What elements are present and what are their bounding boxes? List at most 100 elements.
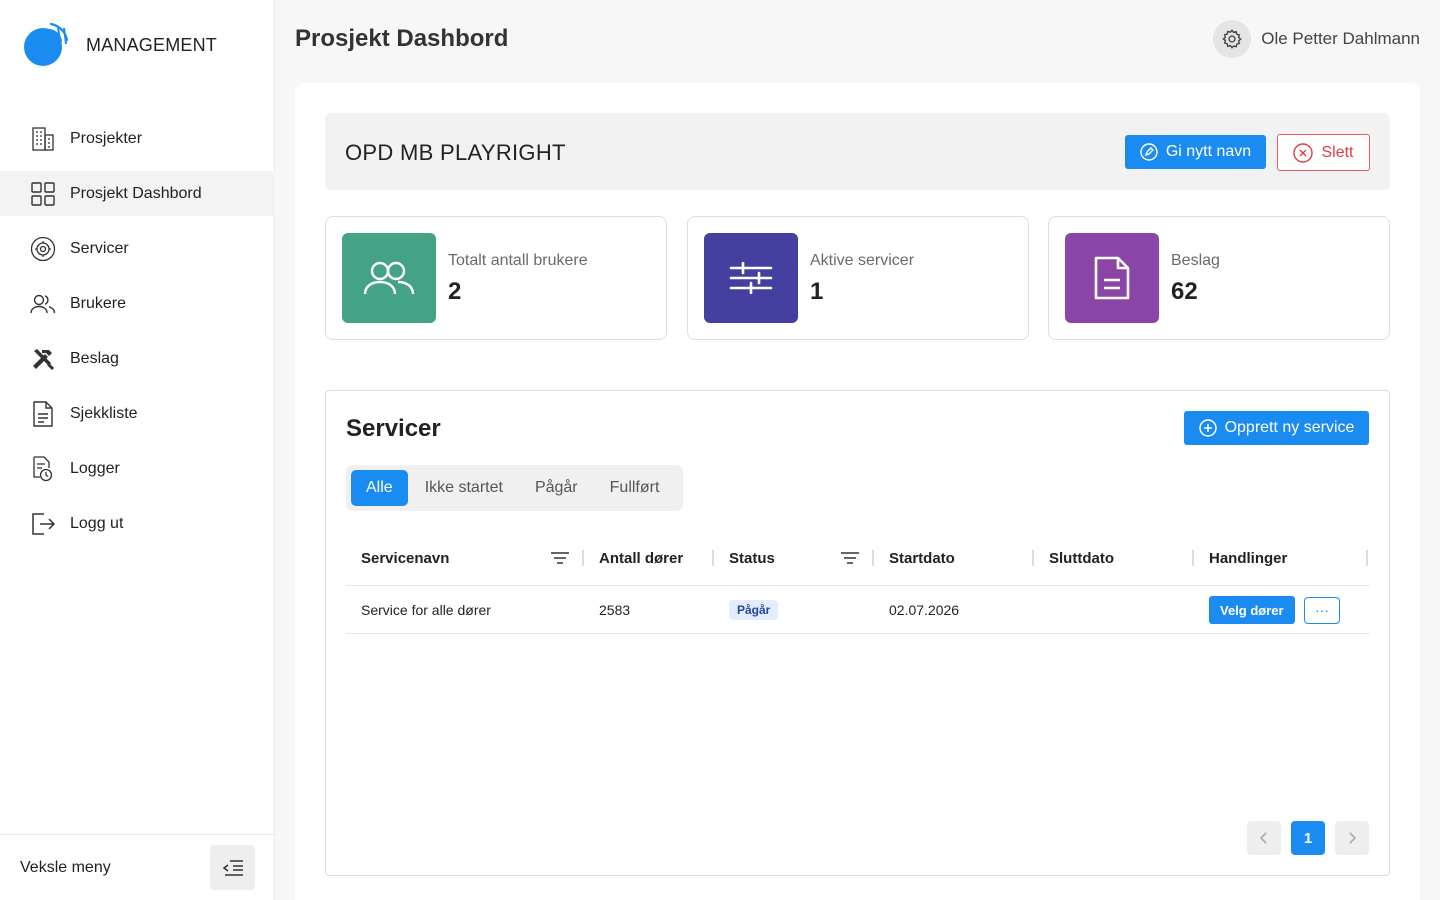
chevron-right-icon bbox=[1349, 832, 1357, 844]
sidebar-item-label: Sjekkliste bbox=[70, 404, 138, 422]
stat-icon-box bbox=[342, 233, 436, 323]
sidebar-item-sjekkliste[interactable]: Sjekkliste bbox=[0, 391, 275, 436]
filter-icon[interactable] bbox=[549, 549, 571, 567]
next-page-button[interactable] bbox=[1335, 821, 1369, 855]
services-title: Servicer bbox=[346, 415, 441, 442]
settings-avatar[interactable] bbox=[1213, 20, 1252, 58]
create-service-button[interactable]: Opprett ny service bbox=[1184, 411, 1369, 445]
stat-label: Totalt antall brukere bbox=[448, 252, 588, 269]
prev-page-button[interactable] bbox=[1247, 821, 1281, 855]
column-header-startdato[interactable]: Startdato bbox=[889, 531, 955, 586]
stat-icon-box bbox=[1065, 233, 1159, 323]
stat-card-users: Totalt antall brukere 2 bbox=[325, 216, 667, 340]
stat-value: 62 bbox=[1171, 278, 1198, 305]
stat-label: Aktive servicer bbox=[810, 252, 915, 269]
sidebar-item-label: Brukere bbox=[70, 294, 127, 312]
page-title: Prosjekt Dashbord bbox=[295, 25, 509, 52]
tab-alle[interactable]: Alle bbox=[351, 470, 408, 506]
toggle-menu-label: Veksle meny bbox=[20, 858, 111, 876]
project-header: OPD MB PLAYRIGHT Gi nytt navn Slett bbox=[325, 113, 1390, 190]
edit-icon bbox=[1140, 143, 1158, 161]
service-gear-icon bbox=[30, 236, 56, 262]
sidebar-nav: Prosjekter Prosjekt Dashbord Servicer Br… bbox=[0, 116, 275, 556]
services-table: Servicenavn Antall dører Status Startdat… bbox=[346, 531, 1370, 634]
column-header-antall-dorer[interactable]: Antall dører bbox=[599, 531, 683, 586]
column-divider bbox=[1366, 550, 1368, 566]
sidebar-footer: Veksle meny bbox=[0, 834, 275, 900]
delete-label: Slett bbox=[1321, 143, 1354, 161]
tools-icon bbox=[30, 346, 56, 372]
cell-service-name: Service for alle dører bbox=[361, 602, 491, 618]
stat-card-beslag: Beslag 62 bbox=[1048, 216, 1390, 340]
close-circle-icon bbox=[1293, 142, 1314, 163]
cell-door-count: 2583 bbox=[599, 602, 631, 618]
tab-fullfort[interactable]: Fullført bbox=[595, 470, 675, 506]
more-actions-button[interactable]: ··· bbox=[1304, 596, 1340, 624]
logo-icon bbox=[24, 22, 69, 66]
logo: MANAGEMENT bbox=[22, 22, 217, 68]
logo-text: MANAGEMENT bbox=[86, 34, 218, 55]
document-icon bbox=[30, 400, 56, 427]
column-header-servicenavn[interactable]: Servicenavn bbox=[361, 531, 449, 586]
building-icon bbox=[30, 126, 56, 152]
sidebar-item-label: Beslag bbox=[70, 349, 119, 367]
stat-icon-box bbox=[704, 233, 798, 323]
filter-icon[interactable] bbox=[839, 549, 861, 567]
users-icon bbox=[30, 291, 56, 317]
pagination: 1 bbox=[1247, 821, 1369, 855]
table-row[interactable]: Service for alle dører 2583 Pågår 02.07.… bbox=[346, 586, 1370, 634]
menu-collapse-icon bbox=[222, 859, 243, 876]
sidebar-item-label: Logg ut bbox=[70, 514, 124, 532]
plus-circle-icon bbox=[1198, 419, 1217, 437]
project-name: OPD MB PLAYRIGHT bbox=[345, 140, 566, 165]
stat-label: Beslag bbox=[1171, 252, 1220, 269]
services-card: Servicer Opprett ny service Alle Ikke st… bbox=[325, 390, 1390, 876]
column-divider bbox=[1032, 550, 1034, 566]
stat-value: 1 bbox=[810, 278, 824, 305]
toggle-menu-button[interactable] bbox=[210, 845, 255, 890]
cell-status: Pågår bbox=[729, 586, 779, 634]
select-doors-button[interactable]: Velg dører bbox=[1209, 596, 1295, 624]
sliders-icon bbox=[729, 262, 773, 294]
column-header-sluttdato[interactable]: Sluttdato bbox=[1049, 531, 1114, 586]
status-badge: Pågår bbox=[729, 600, 779, 620]
column-header-status[interactable]: Status bbox=[729, 531, 775, 586]
gear-icon bbox=[1222, 29, 1243, 49]
cell-start-date: 02.07.2026 bbox=[889, 602, 960, 618]
sidebar: MANAGEMENT Prosjekter Prosjekt Dashbord bbox=[0, 0, 275, 900]
column-divider bbox=[872, 550, 874, 566]
log-clock-icon bbox=[30, 455, 56, 482]
sidebar-item-prosjekt-dashbord[interactable]: Prosjekt Dashbord bbox=[0, 171, 275, 216]
user-menu[interactable]: Ole Petter Dahlmann bbox=[1213, 20, 1420, 58]
column-divider bbox=[582, 550, 584, 566]
column-divider bbox=[1192, 550, 1194, 566]
sidebar-item-beslag[interactable]: Beslag bbox=[0, 336, 275, 381]
user-name: Ole Petter Dahlmann bbox=[1261, 29, 1420, 48]
column-header-handlinger: Handlinger bbox=[1209, 550, 1288, 567]
users-icon bbox=[363, 261, 415, 295]
logout-icon bbox=[30, 511, 56, 537]
delete-button[interactable]: Slett bbox=[1277, 134, 1370, 171]
table-header: Servicenavn Antall dører Status Startdat… bbox=[346, 531, 1370, 586]
tab-pagar[interactable]: Pågår bbox=[520, 470, 593, 506]
cell-more: ··· bbox=[1304, 586, 1340, 634]
sidebar-item-brukere[interactable]: Brukere bbox=[0, 281, 275, 326]
status-filter-tabs: Alle Ikke startet Pågår Fullført bbox=[346, 465, 683, 511]
stat-card-active-services: Aktive servicer 1 bbox=[687, 216, 1029, 340]
sidebar-item-prosjekter[interactable]: Prosjekter bbox=[0, 116, 275, 161]
rename-button[interactable]: Gi nytt navn bbox=[1125, 135, 1266, 169]
page-button-current[interactable]: 1 bbox=[1291, 821, 1325, 855]
sidebar-item-servicer[interactable]: Servicer bbox=[0, 226, 275, 271]
rename-label: Gi nytt navn bbox=[1165, 143, 1252, 160]
stat-value: 2 bbox=[448, 278, 462, 305]
create-service-label: Opprett ny service bbox=[1224, 419, 1355, 436]
grid-icon bbox=[30, 181, 56, 207]
tab-ikke-startet[interactable]: Ikke startet bbox=[410, 470, 518, 506]
sidebar-item-label: Prosjekter bbox=[70, 129, 143, 147]
sidebar-item-logger[interactable]: Logger bbox=[0, 446, 275, 491]
sidebar-item-label: Servicer bbox=[70, 239, 129, 257]
sidebar-item-logg-ut[interactable]: Logg ut bbox=[0, 501, 275, 546]
column-divider bbox=[712, 550, 714, 566]
chevron-left-icon bbox=[1259, 832, 1267, 844]
main-panel: OPD MB PLAYRIGHT Gi nytt navn Slett Tota… bbox=[295, 83, 1420, 900]
